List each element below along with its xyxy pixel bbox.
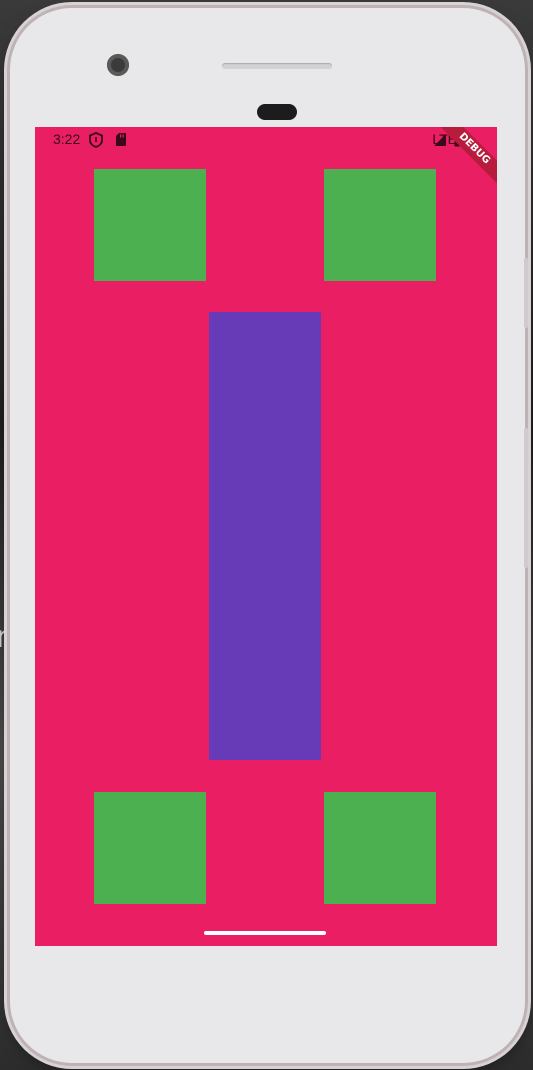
green-box-bottom-left <box>94 792 206 904</box>
power-button <box>524 258 528 328</box>
status-time: 3:22 <box>53 131 81 147</box>
proximity-sensor <box>257 104 297 120</box>
green-box-bottom-right <box>324 792 436 904</box>
shield-icon <box>89 132 103 153</box>
green-box-top-left <box>94 169 206 281</box>
earpiece-speaker <box>222 63 332 69</box>
home-indicator[interactable] <box>204 931 326 935</box>
sd-card-icon <box>115 132 127 152</box>
app-screen: 3:22 LTE DEBUG <box>35 127 497 946</box>
green-box-top-right <box>324 169 436 281</box>
signal-icon <box>433 133 447 152</box>
status-bar: 3:22 LTE <box>35 127 497 153</box>
purple-bar-center <box>209 312 321 760</box>
volume-button <box>524 428 528 568</box>
front-camera-icon <box>107 54 129 76</box>
